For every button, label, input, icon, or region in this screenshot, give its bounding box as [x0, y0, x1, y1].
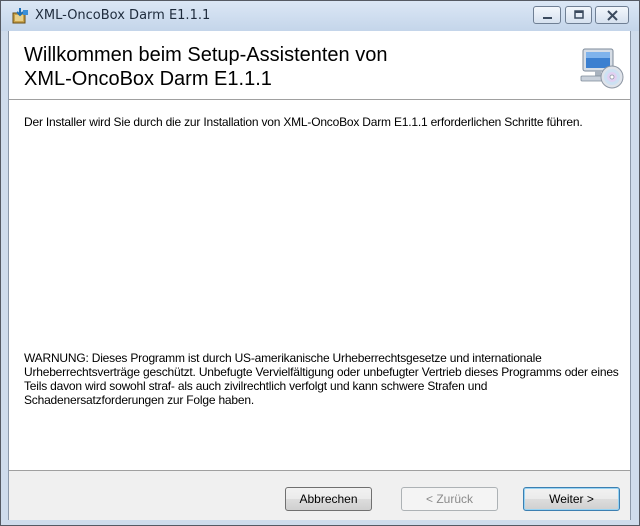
copyright-warning: WARNUNG: Dieses Programm ist durch US-am…	[24, 351, 619, 407]
minimize-icon	[543, 17, 552, 19]
page-title: Willkommen beim Setup-Assistenten von XM…	[24, 44, 388, 90]
title-bar[interactable]: XML-OncoBox Darm E1.1.1	[1, 1, 639, 31]
cancel-button[interactable]: Abbrechen	[285, 487, 372, 511]
installer-package-icon	[12, 8, 28, 24]
close-button[interactable]	[595, 6, 629, 24]
button-bar: Abbrechen < Zurück Weiter >	[9, 470, 630, 520]
computer-cd-icon	[580, 48, 624, 89]
dialog-body: Der Installer wird Sie durch die zur Ins…	[9, 100, 630, 469]
installer-window: XML-OncoBox Darm E1.1.1 Willkommen beim …	[0, 0, 640, 526]
dialog-content: Willkommen beim Setup-Assistenten von XM…	[8, 31, 631, 520]
next-button[interactable]: Weiter >	[523, 487, 620, 511]
intro-text: Der Installer wird Sie durch die zur Ins…	[24, 115, 583, 129]
banner: Willkommen beim Setup-Assistenten von XM…	[9, 31, 630, 100]
maximize-button[interactable]	[565, 6, 592, 24]
minimize-button[interactable]	[533, 6, 561, 24]
close-icon	[607, 10, 618, 21]
back-button[interactable]: < Zurück	[401, 487, 498, 511]
maximize-icon	[574, 10, 584, 19]
window-title: XML-OncoBox Darm E1.1.1	[35, 8, 211, 23]
